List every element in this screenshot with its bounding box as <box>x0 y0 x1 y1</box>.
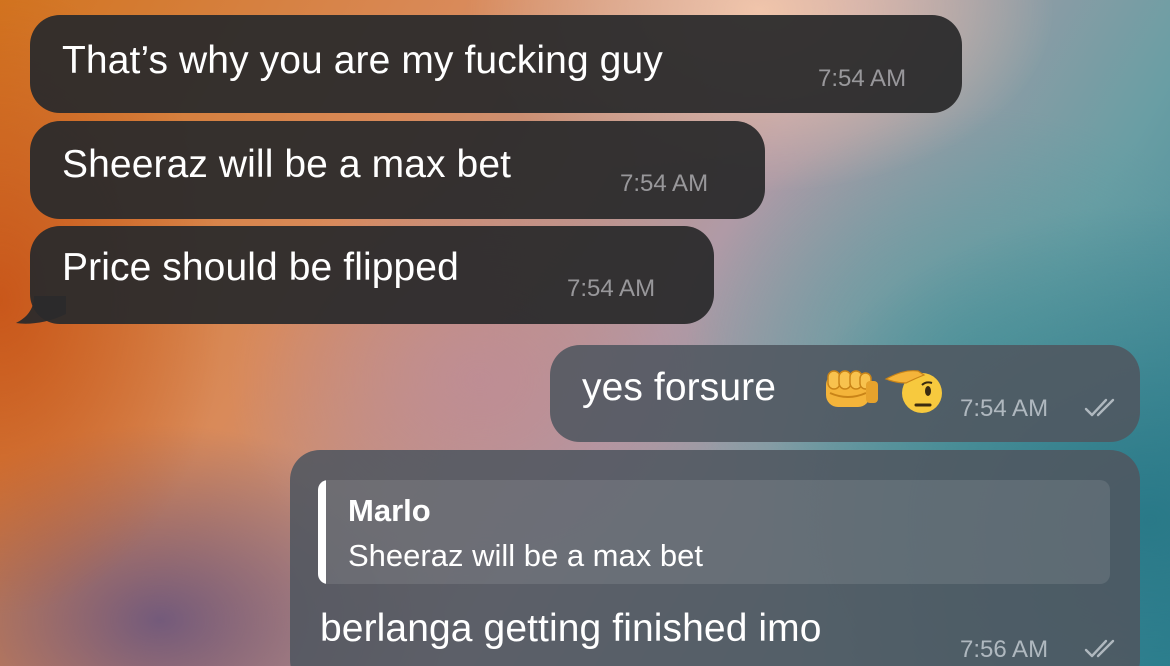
message-bubble-outgoing[interactable]: yes forsure 7:54 AM <box>550 345 1140 442</box>
message-text: That’s why you are my fucking guy <box>62 39 663 82</box>
message-bubble-incoming[interactable]: Sheeraz will be a max bet 7:54 AM <box>30 121 765 219</box>
message-timestamp: 7:54 AM <box>960 395 1049 422</box>
message-text: berlanga getting finished imo <box>320 607 822 650</box>
oncoming-fist-emoji <box>826 370 878 407</box>
reply-quoted-text: Sheeraz will be a max bet <box>348 538 703 573</box>
message-text: yes forsure <box>582 366 777 409</box>
reply-accent-bar <box>318 480 326 584</box>
message-bubble-incoming[interactable]: That’s why you are my fucking guy 7:54 A… <box>30 15 962 113</box>
message-bubble-incoming[interactable]: Price should be flipped 7:54 AM <box>30 226 714 324</box>
reply-quote[interactable]: Marlo Sheeraz will be a max bet <box>318 480 1110 584</box>
message-timestamp: 7:54 AM <box>567 275 656 302</box>
message-timestamp: 7:54 AM <box>620 170 709 197</box>
saluting-face-emoji <box>884 370 942 413</box>
double-check-icon <box>1084 639 1115 658</box>
message-text: Sheeraz will be a max bet <box>62 143 512 186</box>
message-timestamp: 7:56 AM <box>960 636 1049 663</box>
message-text: Price should be flipped <box>62 246 459 289</box>
reply-sender-name: Marlo <box>348 493 431 528</box>
double-check-icon <box>1084 398 1115 417</box>
message-bubble-outgoing[interactable]: Marlo Sheeraz will be a max bet berlanga… <box>290 450 1140 666</box>
message-timestamp: 7:54 AM <box>818 65 907 92</box>
